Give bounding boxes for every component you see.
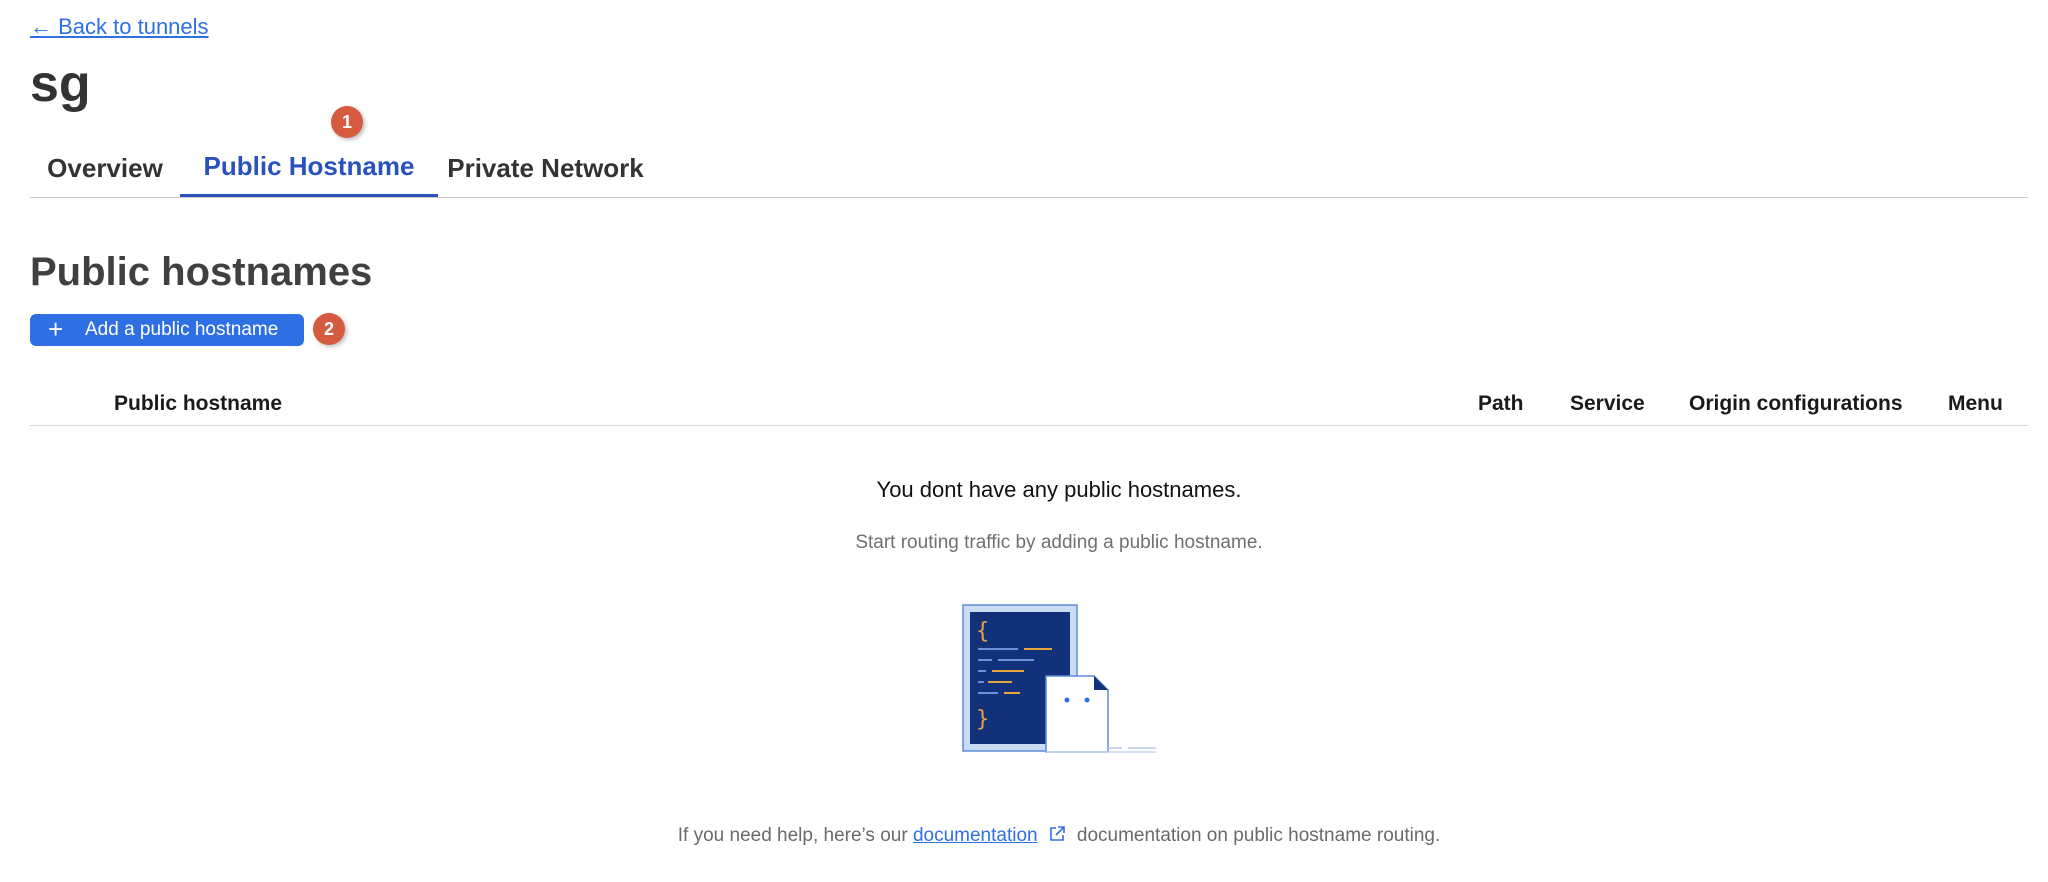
back-to-tunnels-link[interactable]: ← Back to tunnels [30,14,209,40]
documentation-link[interactable]: documentation [913,825,1038,846]
column-header-origin-configurations: Origin configurations [1689,392,1903,415]
help-text: If you need help, here’s our documentati… [0,825,2048,849]
svg-text:{: { [976,619,989,644]
page-title: sg [30,55,91,113]
tab-overview[interactable]: Overview [30,140,180,196]
tab-bar: Overview Public Hostname Private Network [30,140,2028,198]
table-header: Public hostname Path Service Origin conf… [30,386,2028,426]
tab-private-network[interactable]: Private Network [438,140,653,196]
svg-text:}: } [976,707,989,732]
section-title: Public hostnames [30,250,373,294]
step-badge-1: 1 [331,106,363,138]
tab-public-hostname[interactable]: Public Hostname [180,140,438,197]
column-header-public-hostname: Public hostname [114,392,283,415]
empty-state-subtitle: Start routing traffic by adding a public… [855,532,1263,553]
help-text-prefix: If you need help, here’s our [677,825,913,846]
column-header-menu: Menu [1948,392,2003,415]
add-button-label: Add a public hostname [85,319,279,340]
add-public-hostname-button[interactable]: + Add a public hostname [30,314,304,346]
external-link-icon[interactable] [1048,825,1066,849]
step-badge-2: 2 [313,313,345,345]
code-document-icon: { } [962,604,1158,754]
empty-state-title: You dont have any public hostnames. [876,477,1242,502]
column-header-service: Service [1570,392,1645,415]
plus-icon: + [48,314,64,344]
column-header-path: Path [1478,392,1524,415]
help-text-suffix: documentation on public hostname routing… [1071,825,1441,846]
